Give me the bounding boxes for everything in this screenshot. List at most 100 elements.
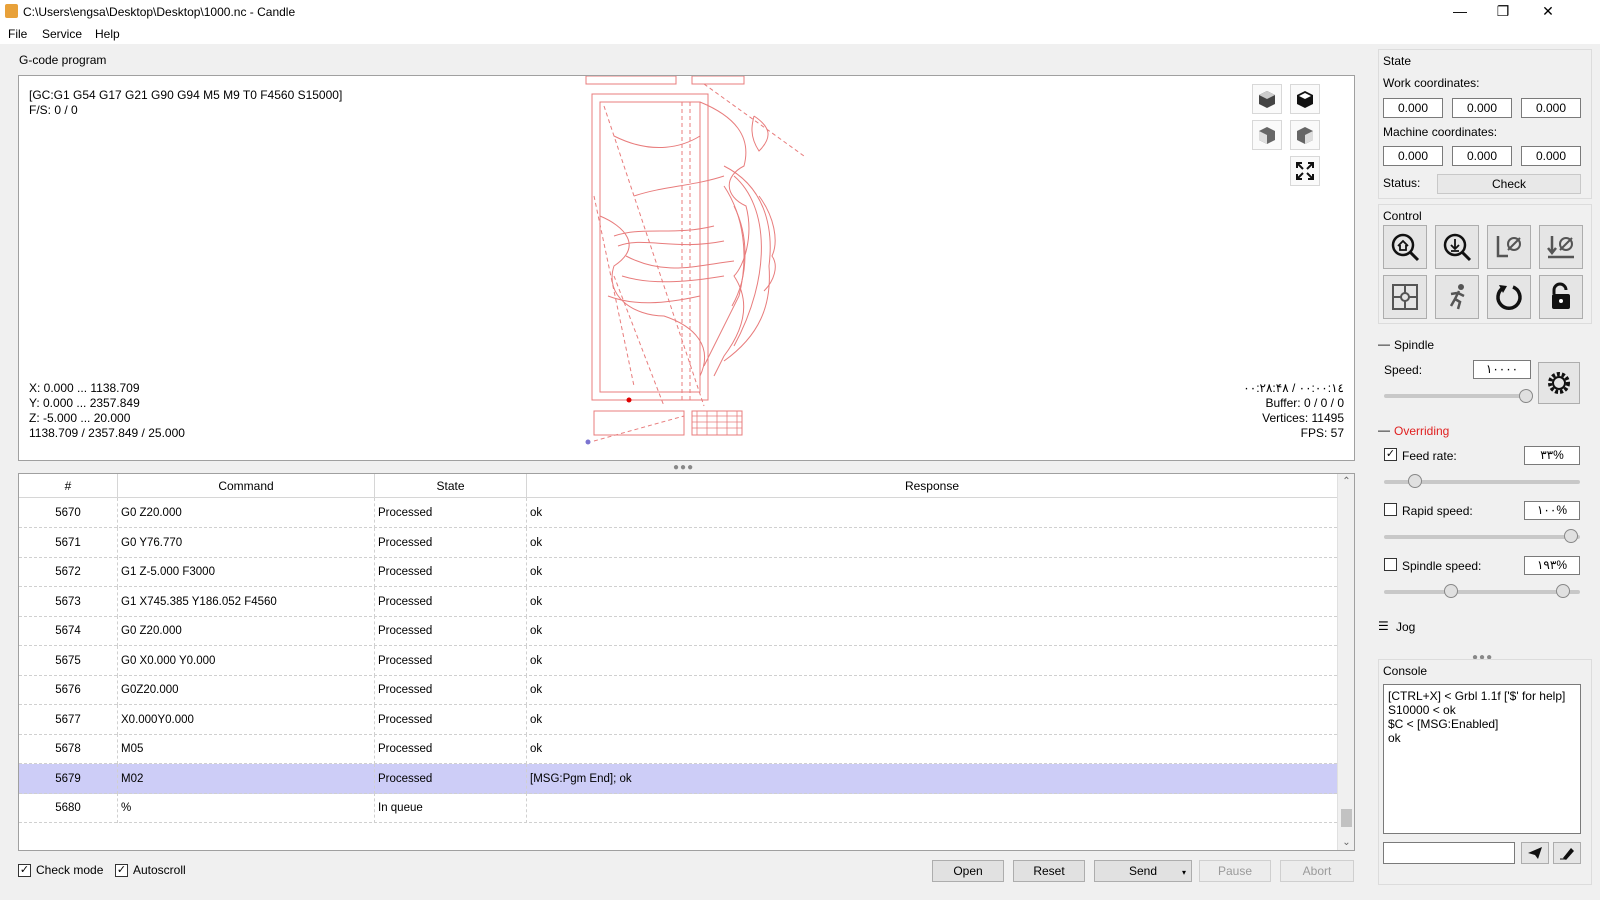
table-row[interactable]: 5678 M05 Processed ok bbox=[19, 734, 1337, 764]
spindle-speed-slider-handle[interactable] bbox=[1556, 584, 1570, 598]
abort-button[interactable]: Abort bbox=[1280, 860, 1354, 882]
cell-command: G0 Z20.000 bbox=[118, 616, 375, 646]
probe-button[interactable] bbox=[1435, 225, 1479, 269]
machine-coords-label: Machine coordinates: bbox=[1383, 125, 1498, 139]
spindle-speed-slider-track[interactable] bbox=[1384, 590, 1580, 594]
spindle-speed-input[interactable]: ۱۰۰۰۰ bbox=[1473, 360, 1531, 379]
rapid-speed-value[interactable]: ۱۰۰% bbox=[1524, 501, 1580, 520]
rapid-speed-slider-track[interactable] bbox=[1384, 535, 1580, 539]
console-clear-button[interactable] bbox=[1553, 842, 1581, 864]
console-group: Console [CTRL+X] < Grbl 1.1f ['$' for he… bbox=[1378, 659, 1592, 885]
view-front-button[interactable] bbox=[1252, 120, 1282, 150]
maximize-button[interactable]: ❐ bbox=[1483, 0, 1523, 22]
open-button[interactable]: Open bbox=[932, 860, 1004, 882]
cell-state: Processed bbox=[375, 704, 527, 735]
cube-iso-icon bbox=[1259, 91, 1275, 108]
scroll-up-icon[interactable]: ⌃ bbox=[1338, 476, 1354, 487]
view-left-button[interactable] bbox=[1290, 120, 1320, 150]
home-icon bbox=[1391, 233, 1420, 262]
gcode-table[interactable]: # Command State Response 5670 G0 Z20.000 P… bbox=[18, 473, 1355, 851]
control-group: Control bbox=[1378, 204, 1592, 324]
table-row[interactable]: 5676 G0Z20.000 Processed ok bbox=[19, 675, 1337, 705]
restore-origin-icon bbox=[1392, 284, 1418, 310]
spindle-speed-slider-min-handle[interactable] bbox=[1444, 584, 1458, 598]
spindle-speed-override-value[interactable]: ۱۹۳% bbox=[1524, 556, 1580, 575]
table-row[interactable]: 5671 G0 Y76.770 Processed ok bbox=[19, 527, 1337, 558]
cell-command: M02 bbox=[118, 763, 375, 794]
fit-view-icon bbox=[1296, 162, 1314, 180]
spindle-label[interactable]: Spindle bbox=[1394, 338, 1434, 352]
spindle-speed-override-label: Spindle speed: bbox=[1402, 559, 1482, 573]
minimize-button[interactable]: — bbox=[1440, 0, 1480, 22]
rapid-speed-slider-handle[interactable] bbox=[1564, 529, 1578, 543]
scroll-down-icon[interactable]: ⌄ bbox=[1338, 837, 1354, 848]
menu-file[interactable]: File bbox=[8, 27, 27, 41]
zero-xy-button[interactable] bbox=[1487, 225, 1531, 269]
cube-front-icon bbox=[1259, 127, 1275, 144]
overriding-collapse-icon[interactable]: — bbox=[1378, 423, 1390, 437]
work-coords-label: Work coordinates: bbox=[1383, 76, 1480, 90]
home-button[interactable] bbox=[1383, 225, 1427, 269]
console-command-input[interactable] bbox=[1383, 842, 1515, 864]
right-panel: State Work coordinates: 0.000 0.000 0.00… bbox=[1378, 44, 1600, 900]
feed-rate-checkbox[interactable]: ✓ bbox=[1384, 448, 1397, 461]
splitter-handle[interactable]: ●●● bbox=[673, 462, 694, 473]
table-row[interactable]: 5670 G0 Z20.000 Processed ok bbox=[19, 498, 1337, 528]
send-button[interactable]: Send bbox=[1094, 860, 1192, 882]
toolpath-drawing bbox=[585, 76, 805, 445]
table-scrollbar[interactable]: ⌃ ⌄ bbox=[1337, 474, 1354, 850]
table-row[interactable]: 5673 G1 X745.385 Y186.052 F4560 Processed o… bbox=[19, 586, 1337, 617]
zero-z-button[interactable] bbox=[1539, 225, 1583, 269]
pause-button[interactable]: Pause bbox=[1199, 860, 1271, 882]
menu-service[interactable]: Service bbox=[42, 27, 82, 41]
soft-reset-button[interactable] bbox=[1487, 275, 1531, 319]
feed-rate-slider-handle[interactable] bbox=[1408, 474, 1422, 488]
console-send-button[interactable] bbox=[1521, 842, 1549, 864]
scroll-thumb[interactable] bbox=[1341, 809, 1352, 827]
autoscroll-checkbox[interactable]: ✓ bbox=[115, 864, 128, 877]
cell-state: Processed bbox=[375, 498, 527, 528]
send-dropdown-icon[interactable]: ▾ bbox=[1182, 868, 1186, 877]
view-isometric-button[interactable] bbox=[1252, 84, 1282, 114]
cell-command: G0 X0.000 Y0.000 bbox=[118, 645, 375, 676]
table-row[interactable]: 5675 G0 X0.000 Y0.000 Processed ok bbox=[19, 645, 1337, 676]
header-command[interactable]: Command bbox=[118, 474, 375, 498]
table-row[interactable]: 5677 X0.000Y0.000 Processed ok bbox=[19, 704, 1337, 735]
jog-menu-icon[interactable]: ☰ bbox=[1378, 619, 1389, 633]
cell-num: 5675 bbox=[19, 645, 118, 676]
feed-rate-value[interactable]: ۳۳% bbox=[1524, 446, 1580, 465]
table-row[interactable]: 5680% In queue bbox=[19, 793, 1337, 823]
header-number[interactable]: # bbox=[19, 474, 118, 498]
reset-button[interactable]: Reset bbox=[1013, 860, 1085, 882]
safe-position-button[interactable] bbox=[1435, 275, 1479, 319]
header-response[interactable]: Response bbox=[527, 474, 1337, 498]
table-row[interactable]: 5679 M02 Processed [MSG:Pgm End]; ok bbox=[19, 763, 1337, 794]
spindle-slider-track[interactable] bbox=[1384, 394, 1530, 398]
spindle-slider-handle[interactable] bbox=[1518, 389, 1533, 403]
unlock-button[interactable] bbox=[1539, 275, 1583, 319]
table-row[interactable]: 5674 G0 Z20.000 Processed ok bbox=[19, 616, 1337, 646]
view-top-button[interactable] bbox=[1290, 84, 1320, 114]
menu-help[interactable]: Help bbox=[95, 27, 120, 41]
cell-response: ok bbox=[530, 713, 543, 726]
spindle-toggle-button[interactable] bbox=[1538, 362, 1580, 404]
rapid-speed-checkbox[interactable] bbox=[1384, 503, 1397, 516]
jog-label[interactable]: Jog bbox=[1396, 620, 1415, 634]
spindle-collapse-icon[interactable]: — bbox=[1378, 337, 1390, 351]
table-header: # Command State Response bbox=[19, 474, 1337, 498]
console-output[interactable]: [CTRL+X] < Grbl 1.1f ['$' for help] S100… bbox=[1383, 684, 1581, 834]
cell-num: 5679 bbox=[19, 763, 118, 794]
cell-command: G1 Z-5.000 F3000 bbox=[118, 557, 375, 587]
view-fit-button[interactable] bbox=[1290, 156, 1320, 186]
header-state[interactable]: State bbox=[375, 474, 527, 498]
cell-state: Processed bbox=[375, 527, 527, 558]
close-button[interactable]: ✕ bbox=[1528, 0, 1568, 22]
check-mode-checkbox[interactable]: ✓ bbox=[18, 864, 31, 877]
cell-command: % bbox=[118, 793, 375, 823]
overriding-label[interactable]: Overriding bbox=[1394, 424, 1449, 438]
gcode-3d-view[interactable]: [GC:G1 G54 G17 G21 G90 G94 M5 M9 T0 F456… bbox=[18, 75, 1355, 461]
spindle-speed-checkbox[interactable] bbox=[1384, 558, 1397, 571]
restore-origin-button[interactable] bbox=[1383, 275, 1427, 319]
title-bar: C:\Users\engsa\Desktop\Desktop\1000.nc -… bbox=[0, 0, 1600, 24]
table-row[interactable]: 5672 G1 Z-5.000 F3000 Processed ok bbox=[19, 557, 1337, 587]
